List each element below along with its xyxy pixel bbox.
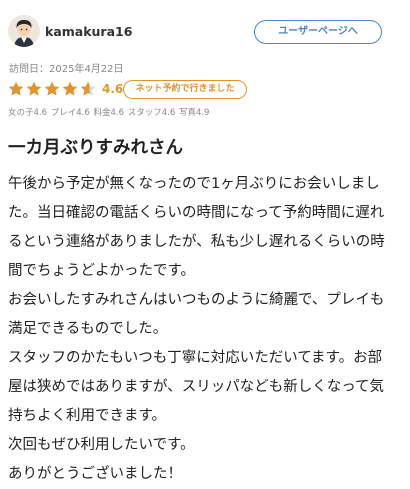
- star-icon: [62, 81, 78, 96]
- subscore-staff: スタッフ4.6: [127, 108, 176, 118]
- subscore-photo: 写真4.9: [178, 108, 210, 118]
- review-body: 午後から予定が無くなったので1ヶ月ぶりにお会いしまし た。当日確認の電話くらいの…: [8, 170, 408, 489]
- subscore-play: プレイ4.6: [50, 108, 90, 118]
- review-line: た。当日確認の電話くらいの時間になって予約時間に遅れ: [8, 205, 385, 221]
- review-line: 屋は狭めではありますが、スリッパなども新しくなって気: [8, 379, 384, 395]
- subscore-girl: 女の子4.6: [8, 108, 48, 118]
- review-line: 間でちょうどよかったです。: [8, 263, 196, 279]
- review-line: 持ちよく利用できます。: [8, 408, 167, 424]
- user-avatar-icon: [8, 15, 40, 47]
- review-line: ありがとうございました！: [8, 466, 182, 482]
- review-title: 一カ月ぶりすみれさん: [8, 138, 183, 158]
- rating-score: 4.6: [102, 82, 124, 96]
- visit-date: 訪問日：2025年4月22日: [9, 64, 124, 75]
- review-header: kamakura16 ユーザーページへ: [8, 15, 404, 51]
- user-page-button[interactable]: ユーザーページへ: [254, 20, 382, 44]
- subscore-price: 料金4.6: [93, 108, 124, 118]
- review-line: お会いしたすみれさんはいつものように綺麗で、プレイも: [8, 292, 385, 308]
- review-line: スタッフのかたもいつも丁寧に対応いただいてます。お部: [8, 350, 383, 366]
- review-line: 午後から予定が無くなったので1ヶ月ぶりにお会いしまし: [8, 176, 380, 192]
- star-icon: [44, 81, 60, 96]
- review-line: るという連絡がありましたが、私も少し遅れるくらいの時: [8, 234, 385, 250]
- reservation-badge: ネット予約で行きました: [123, 80, 247, 99]
- partial-star-icon: [80, 81, 96, 96]
- review-line: 次回もぜひ利用したいです。: [8, 437, 195, 453]
- subscores: 女の子4.6 プレイ4.6 料金4.6 スタッフ4.6 写真4.9: [8, 106, 210, 118]
- star-icon: [8, 81, 24, 96]
- review-line: 満足できるものでした。: [8, 321, 168, 337]
- review-card: kamakura16 ユーザーページへ 訪問日：2025年4月22日 4.6 ネ…: [0, 0, 410, 482]
- rating-stars: [8, 81, 96, 96]
- star-icon: [26, 81, 42, 96]
- username[interactable]: kamakura16: [45, 24, 132, 39]
- avatar[interactable]: [8, 15, 40, 47]
